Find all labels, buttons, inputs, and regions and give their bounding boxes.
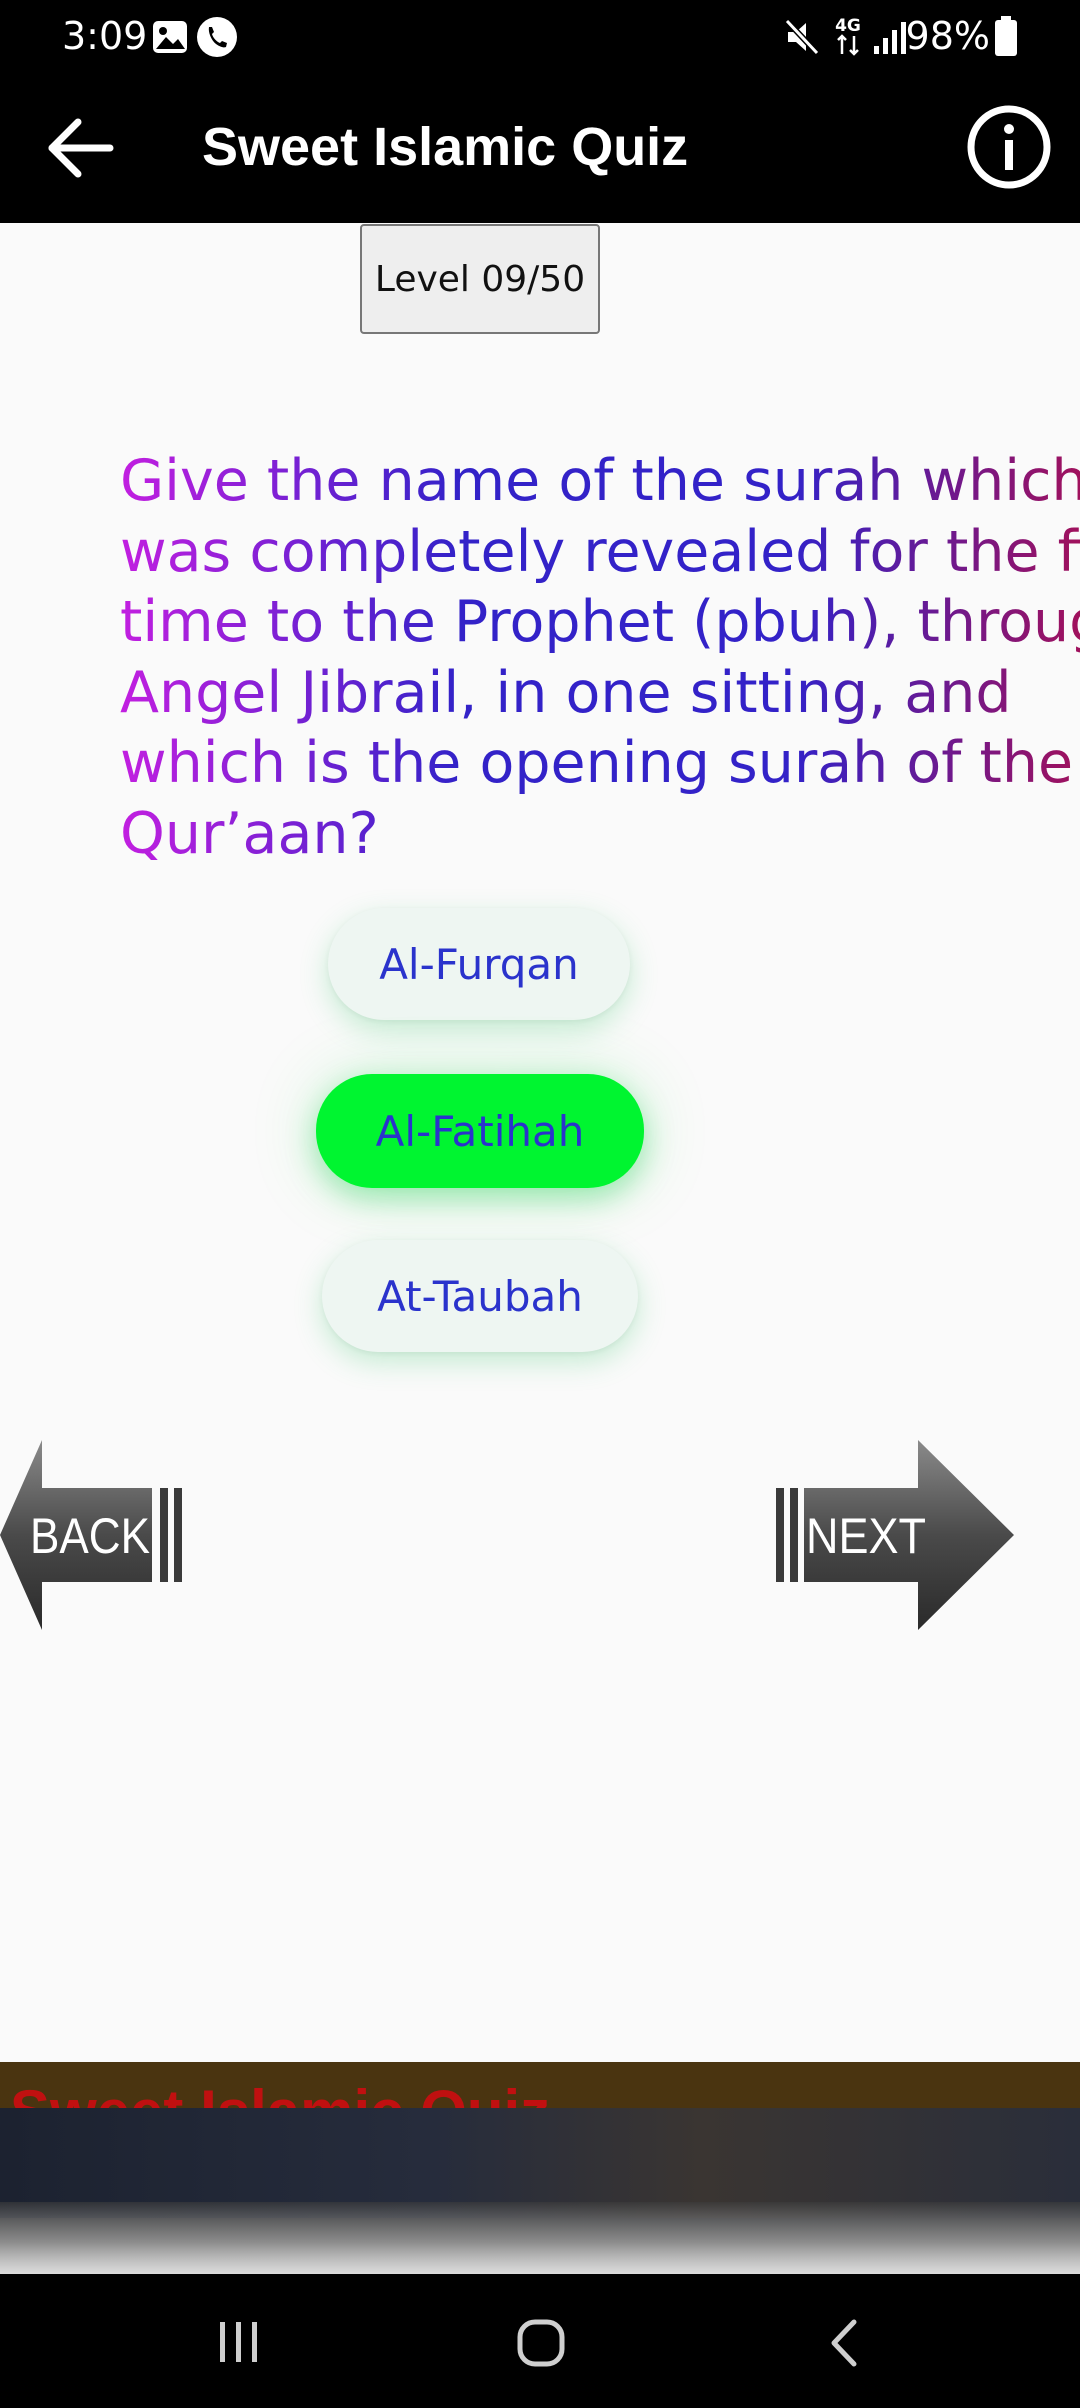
phone-call-icon	[197, 17, 237, 57]
system-nav-bar	[0, 2274, 1080, 2408]
option-button-al-furqan[interactable]: Al-Furqan	[328, 908, 630, 1020]
app-title: Sweet Islamic Quiz	[202, 117, 689, 177]
next-label: NEXT	[806, 1508, 926, 1564]
next-button[interactable]: NEXT	[774, 1440, 1014, 1630]
app-bar: Sweet Islamic Quiz	[0, 72, 1080, 223]
question-line: time to the Prophet (pbuh), through	[120, 589, 1080, 655]
battery-percent: 98%	[905, 14, 990, 58]
status-time: 3:09	[62, 14, 148, 58]
status-bar: 3:09 4G 98%	[0, 0, 1080, 72]
back-label: BACK	[30, 1508, 150, 1564]
battery-icon	[995, 16, 1017, 56]
gallery-icon	[153, 21, 187, 53]
question-line: Angel Jibrail, in one sitting, and	[120, 659, 1012, 726]
question-line: which is the opening surah of the	[120, 730, 1074, 796]
back-button[interactable]: BACK	[0, 1440, 190, 1630]
recent-apps-icon[interactable]	[214, 2320, 264, 2364]
question-line: was completely revealed for the first	[120, 518, 1080, 585]
option-button-at-taubah[interactable]: At-Taubah	[322, 1240, 638, 1352]
ad-banner[interactable]: Sweet Islamic Quiz	[0, 2062, 1080, 2274]
signal-icon	[874, 22, 906, 54]
question-line: Give the name of the surah which	[120, 448, 1080, 514]
ad-crowd-image	[0, 2202, 1080, 2274]
question-line: Qur’aan?	[120, 800, 379, 866]
arrow-left-icon[interactable]	[44, 112, 116, 184]
system-back-icon[interactable]	[826, 2318, 862, 2368]
option-button-al-fatihah[interactable]: Al-Fatihah	[316, 1074, 644, 1188]
svg-text:4G: 4G	[835, 16, 861, 36]
info-icon[interactable]	[966, 104, 1052, 190]
4g-data-icon: 4G	[835, 16, 861, 56]
mute-icon	[784, 18, 820, 56]
level-indicator: Level 09/50	[360, 224, 600, 334]
home-icon[interactable]	[516, 2318, 566, 2368]
question-text: Give the name of the surah which was com…	[120, 446, 1080, 866]
